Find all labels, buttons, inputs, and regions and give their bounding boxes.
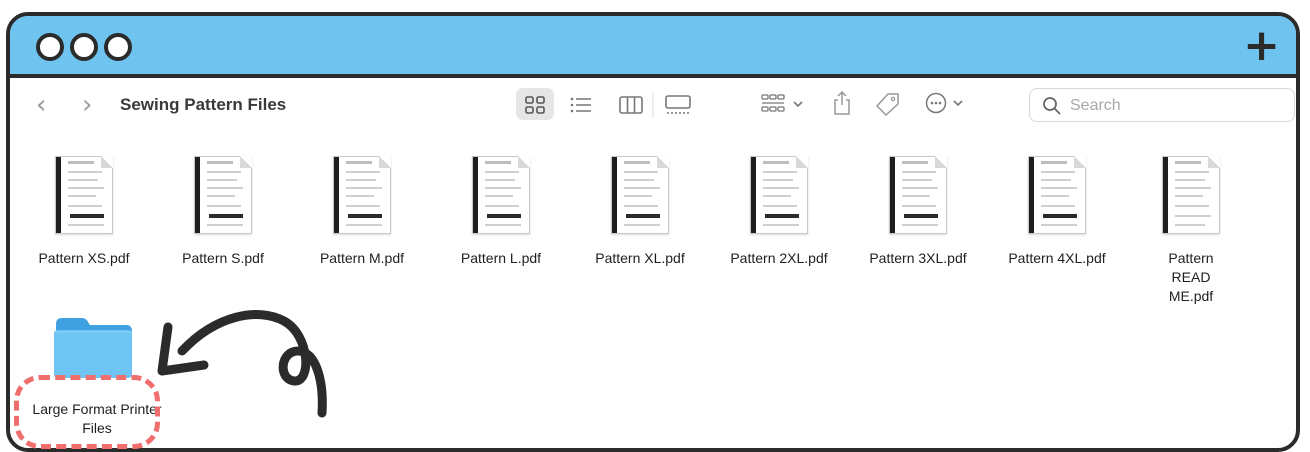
share-icon[interactable] <box>832 90 852 121</box>
file-name: Pattern S.pdf <box>182 250 264 266</box>
file-item[interactable]: Pattern 3XL.pdf <box>848 156 988 268</box>
forward-button[interactable]: › <box>82 90 92 120</box>
file-item[interactable]: Pattern 2XL.pdf <box>709 156 849 268</box>
file-item[interactable]: Pattern L.pdf <box>431 156 571 268</box>
file-item[interactable]: Pattern 4XL.pdf <box>987 156 1127 268</box>
pdf-file-icon <box>472 156 530 234</box>
pdf-file-icon <box>611 156 669 234</box>
pdf-file-icon <box>889 156 947 234</box>
file-name: Pattern 4XL.pdf <box>1008 250 1106 266</box>
zoom-window-button[interactable] <box>104 33 132 61</box>
new-tab-plus-icon[interactable]: + <box>1243 24 1280 68</box>
minimize-window-button[interactable] <box>70 33 98 61</box>
pdf-file-icon <box>194 156 252 234</box>
pdf-file-icon <box>55 156 113 234</box>
tag-icon[interactable] <box>874 92 900 121</box>
search-placeholder: Search <box>1070 97 1121 114</box>
file-name: Pattern 2XL.pdf <box>730 250 828 266</box>
file-name: Pattern READ ME.pdf <box>1168 250 1214 304</box>
group-icon[interactable] <box>761 94 805 121</box>
file-name: Pattern XL.pdf <box>595 250 685 266</box>
highlight-circle <box>14 375 160 449</box>
file-name: Pattern XS.pdf <box>38 250 130 266</box>
more-icon[interactable] <box>925 92 971 119</box>
pdf-file-icon <box>1162 156 1220 234</box>
search-icon <box>1042 96 1062 121</box>
file-name: Pattern 3XL.pdf <box>869 250 967 266</box>
file-item[interactable]: Pattern READ ME.pdf <box>1126 156 1256 306</box>
folder-icon[interactable] <box>52 316 134 380</box>
file-item[interactable]: Pattern M.pdf <box>292 156 432 268</box>
back-button[interactable]: ‹ <box>36 90 46 120</box>
file-name: Pattern L.pdf <box>460 250 542 266</box>
search-field[interactable]: Search <box>1029 88 1295 122</box>
file-item[interactable]: Pattern XS.pdf <box>14 156 154 268</box>
icons-view-icon[interactable] <box>525 96 545 119</box>
folder-title: Sewing Pattern Files <box>120 95 287 114</box>
pdf-file-icon <box>333 156 391 234</box>
toolbar: ‹ › Sewing Pattern Files Search <box>10 78 1296 134</box>
close-window-button[interactable] <box>36 33 64 61</box>
columns-view-icon[interactable] <box>619 96 643 119</box>
list-view-icon[interactable] <box>570 97 592 118</box>
curved-arrow-icon <box>157 310 327 418</box>
pdf-file-icon <box>750 156 808 234</box>
file-name: Pattern M.pdf <box>319 250 405 266</box>
gallery-view-icon[interactable] <box>665 95 691 120</box>
file-item[interactable]: Pattern XL.pdf <box>570 156 710 268</box>
divider <box>652 92 654 123</box>
file-item[interactable]: Pattern S.pdf <box>153 156 293 268</box>
title-bar: + <box>10 16 1296 78</box>
pdf-file-icon <box>1028 156 1086 234</box>
